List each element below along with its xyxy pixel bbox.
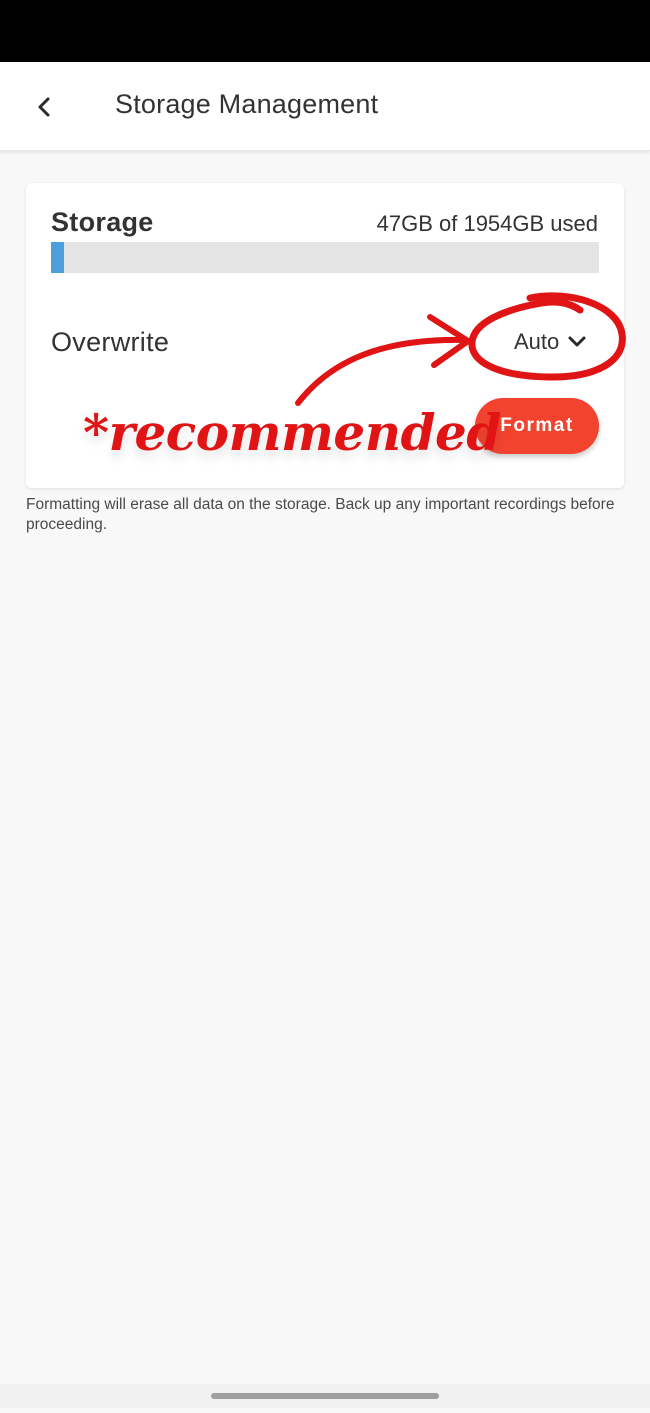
chevron-left-icon (38, 97, 50, 117)
system-nav-bar (0, 1384, 650, 1408)
back-button[interactable] (24, 86, 66, 128)
overwrite-label: Overwrite (51, 327, 170, 357)
status-bar (0, 0, 650, 62)
home-indicator[interactable] (211, 1393, 439, 1399)
storage-progress-bar (51, 242, 599, 273)
storage-usage-text: 47GB of 1954GB used (376, 211, 598, 236)
format-warning-text: Formatting will erase all data on the st… (26, 496, 615, 533)
format-button[interactable]: Format (475, 398, 599, 454)
storage-card: Storage 47GB of 1954GB used Overwrite Au… (26, 183, 624, 488)
page-title: Storage Management (115, 89, 379, 119)
chevron-down-icon (568, 336, 586, 347)
storage-label: Storage (51, 207, 154, 237)
overwrite-dropdown[interactable]: Auto (514, 325, 587, 359)
overwrite-value: Auto (514, 329, 560, 354)
storage-progress-fill (51, 242, 65, 273)
app-header: Storage Management (0, 62, 650, 151)
